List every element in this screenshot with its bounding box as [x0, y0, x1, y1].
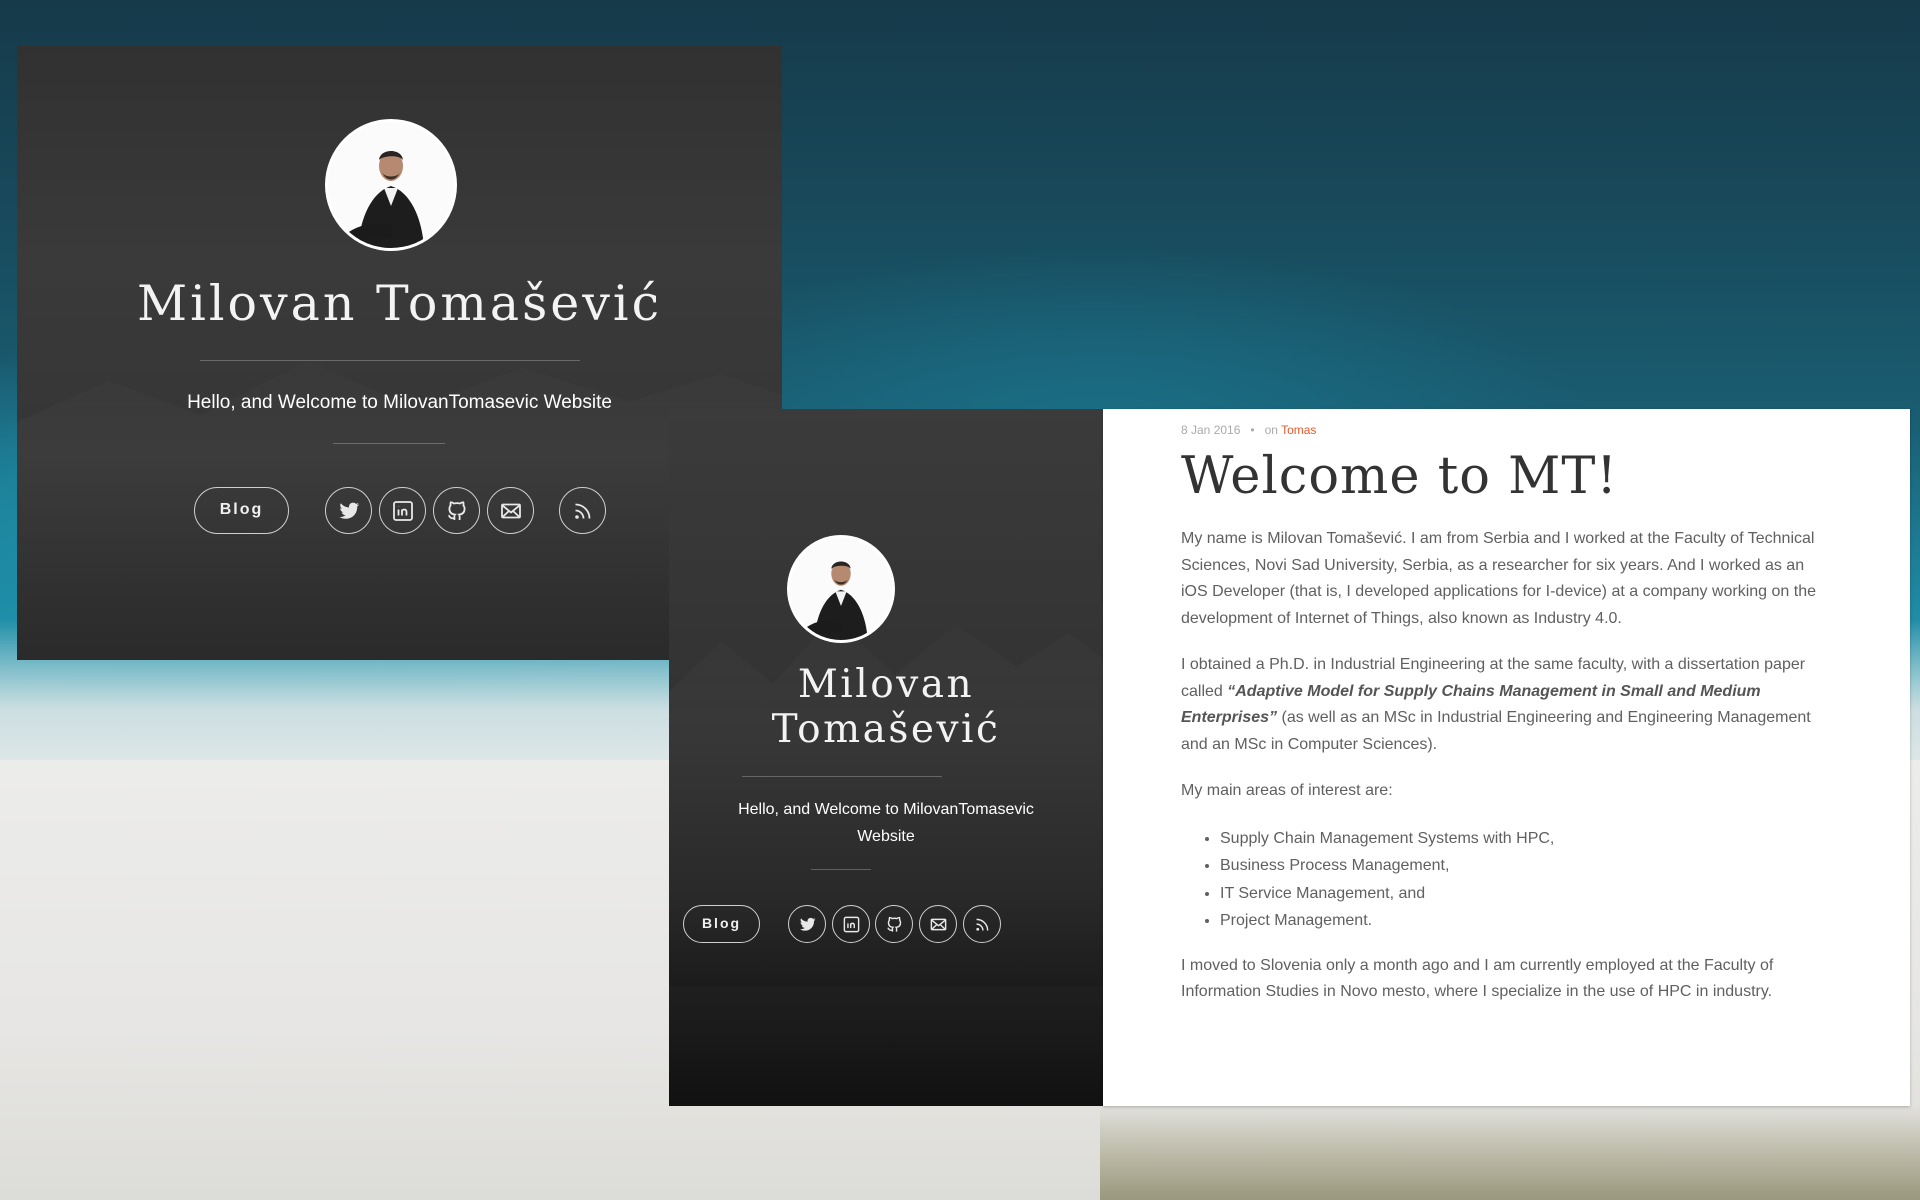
rss-icon[interactable]	[963, 905, 1001, 943]
profile-photo	[790, 538, 892, 640]
interests-list: Supply Chain Management Systems with HPC…	[1181, 825, 1823, 935]
twitter-icon[interactable]	[325, 487, 372, 534]
github-icon[interactable]	[875, 905, 913, 943]
profile-header-card-wide: Milovan Tomašević Hello, and Welcome to …	[17, 46, 782, 660]
divider	[742, 776, 942, 777]
site-tagline: Hello, and Welcome to MilovanTomasevic W…	[187, 392, 612, 413]
author-name-line2: Tomašević	[771, 707, 1001, 752]
tagline-line2: Website	[857, 828, 915, 845]
avatar[interactable]	[790, 538, 892, 640]
profile-photo	[328, 122, 454, 248]
post-article: 8 Jan 2016 • on Tomas Welcome to MT! My na…	[1103, 409, 1910, 1106]
meta-separator: •	[1250, 423, 1255, 437]
post-paragraph: My main areas of interest are:	[1181, 782, 1393, 799]
post-title: Welcome to MT!	[1181, 447, 1618, 506]
list-item: Supply Chain Management Systems with HPC…	[1220, 825, 1823, 853]
github-icon[interactable]	[433, 487, 480, 534]
linkedin-icon[interactable]	[832, 905, 870, 943]
list-item: Business Process Management,	[1220, 852, 1823, 880]
post-paragraph: I moved to Slovenia only a month ago and…	[1181, 956, 1774, 1001]
site-author-name: Milovan Tomašević	[136, 275, 663, 332]
list-item: IT Service Management, and	[1220, 880, 1823, 908]
email-icon[interactable]	[919, 905, 957, 943]
divider-short	[333, 443, 445, 444]
post-paragraph: I obtained a Ph.D. in Industrial Enginee…	[1181, 652, 1823, 758]
divider	[200, 360, 580, 361]
blog-button[interactable]: Blog	[683, 905, 760, 943]
list-item: Project Management.	[1220, 907, 1823, 935]
divider-short	[811, 869, 871, 870]
author-name-line1: Milovan	[797, 662, 975, 707]
tagline-line1: Hello, and Welcome to MilovanTomasevic	[738, 801, 1034, 818]
linkedin-icon[interactable]	[379, 487, 426, 534]
post-paragraph: My name is Milovan Tomašević. I am from …	[1181, 530, 1816, 627]
site-tagline: Hello, and Welcome to MilovanTomasevic W…	[669, 796, 1103, 850]
blog-button[interactable]: Blog	[194, 487, 289, 534]
post-body: My name is Milovan Tomašević. I am from …	[1181, 526, 1823, 1026]
rss-icon[interactable]	[559, 487, 606, 534]
email-icon[interactable]	[487, 487, 534, 534]
site-author-name: Milovan Tomašević	[669, 662, 1103, 752]
post-meta: 8 Jan 2016 • on Tomas	[1181, 423, 1316, 437]
twitter-icon[interactable]	[788, 905, 826, 943]
avatar[interactable]	[328, 122, 454, 248]
profile-sidebar-card: Milovan Tomašević Hello, and Welcome to …	[669, 409, 1103, 1106]
post-on-label: on	[1264, 423, 1278, 437]
post-date: 8 Jan 2016	[1181, 423, 1241, 437]
post-author-link[interactable]: Tomas	[1281, 423, 1316, 437]
wallpaper-grass	[1100, 1105, 1920, 1200]
